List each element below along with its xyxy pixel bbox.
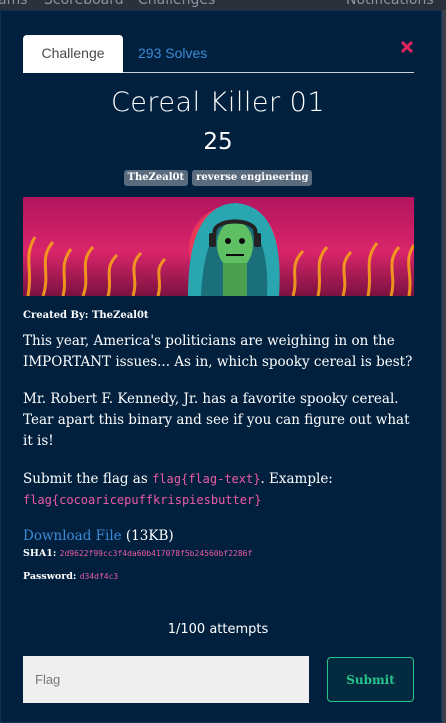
sha1-line: SHA1: 2d9622f99cc3f4da60b417078f5b24560b… (23, 548, 252, 559)
tag-author: TheZeal0t (123, 170, 189, 186)
tab-solves[interactable]: 293 Solves (138, 35, 207, 73)
created-by: Created By: TheZeal0t (23, 310, 149, 321)
flag-format-prefix: Submit the flag as (23, 471, 153, 487)
top-navbar: ams Scoreboard Challenges ■ Notification… (0, 0, 446, 10)
download-file-link[interactable]: Download File (23, 528, 122, 544)
close-icon[interactable] (399, 39, 415, 55)
password-line: Password: d34df4c3 (23, 571, 118, 582)
nav-item-notifications[interactable]: Notifications (346, 0, 434, 8)
download-file-size: (13KB) (121, 528, 174, 544)
flag-format-suffix: . Example: (260, 471, 333, 487)
password-value: d34df4c3 (79, 572, 119, 581)
attempts-count: 1/100 attempts (167, 622, 269, 637)
flag-format-code: flag{flag-text} (152, 472, 261, 486)
challenge-modal: Challenge 293 Solves Cereal Killer 01 25… (0, 10, 442, 723)
flag-example-code: flag{cocoaricepuffkrispiesbutter} (23, 493, 262, 507)
description-paragraph-2: Mr. Robert F. Kennedy, Jr. has a favorit… (23, 391, 410, 449)
password-label: Password: (23, 571, 80, 582)
challenge-title: Cereal Killer 01 (110, 87, 326, 118)
submit-button[interactable]: Submit (327, 657, 414, 702)
modal-tabs: Challenge 293 Solves (23, 35, 414, 73)
description-paragraph-1: This year, America's politicians are wei… (23, 333, 413, 370)
challenge-banner-image (23, 197, 414, 296)
description-paragraph-3: Submit the flag as flag{flag-text}. Exam… (23, 469, 423, 511)
sha1-label: SHA1: (23, 548, 60, 559)
flag-input[interactable] (23, 656, 309, 703)
nav-item-challenges[interactable]: Challenges (138, 0, 215, 8)
tag-category: reverse engineering (192, 170, 313, 186)
nav-item-teams[interactable]: ams (0, 0, 28, 8)
nav-item-scoreboard[interactable]: Scoreboard (44, 0, 124, 8)
download-line: Download File (13KB) (23, 528, 174, 544)
tag-list: TheZeal0t reverse engineering (1, 170, 435, 186)
sha1-value: 2d9622f99cc3f4da60b417078f5b24560bf2286f (59, 549, 253, 558)
challenge-points: 25 (203, 129, 233, 155)
tab-challenge[interactable]: Challenge (23, 35, 123, 73)
